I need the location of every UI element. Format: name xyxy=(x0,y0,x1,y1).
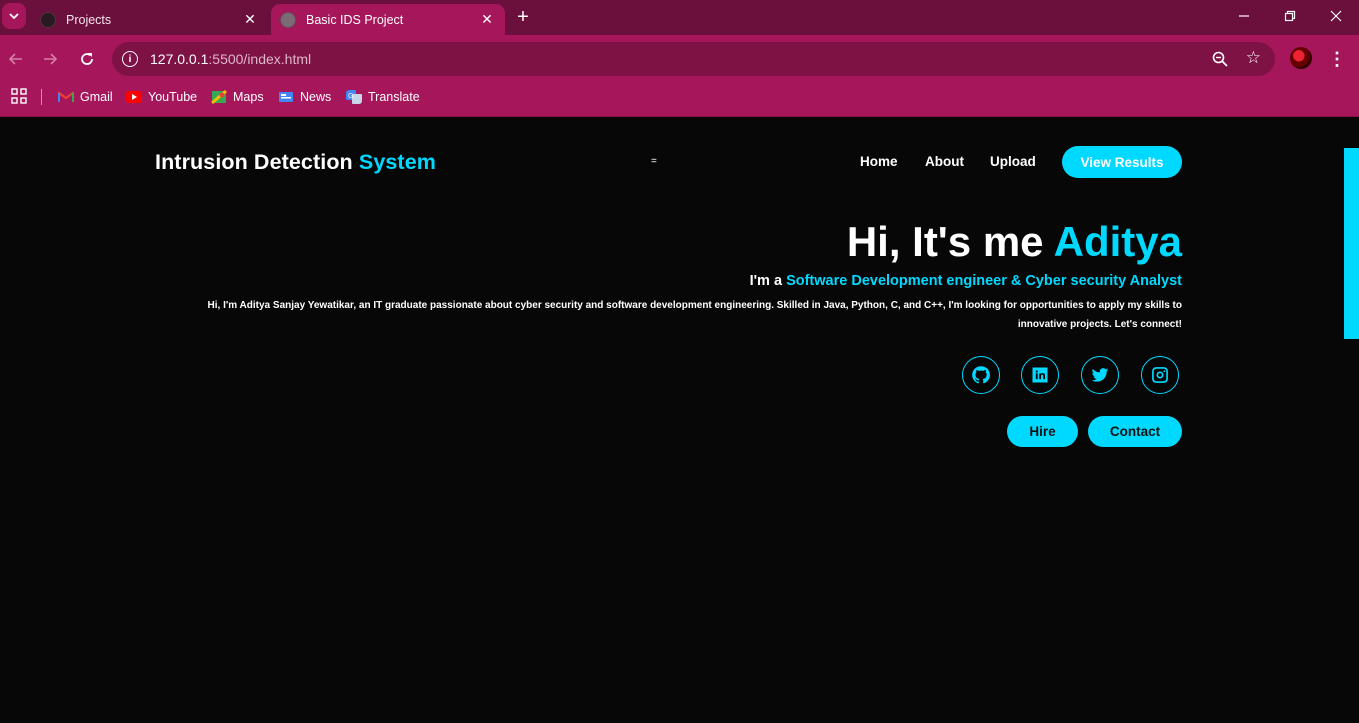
tab-basic-ids-project[interactable]: Basic IDS Project ✕ xyxy=(271,4,505,35)
page-viewport: Intrusion Detection System = Home About … xyxy=(0,118,1359,723)
bookmark-news[interactable]: News xyxy=(278,88,331,106)
forward-arrow-icon[interactable] xyxy=(38,47,62,71)
new-tab-button[interactable]: + xyxy=(512,6,534,28)
twitter-link[interactable] xyxy=(1081,356,1119,394)
back-arrow-icon[interactable] xyxy=(4,47,28,71)
profile-avatar[interactable] xyxy=(1290,47,1312,69)
news-icon xyxy=(279,92,293,102)
bookmarks-divider xyxy=(41,89,42,105)
url-text[interactable]: 127.0.0.1:5500/index.html xyxy=(150,51,311,67)
translate-icon: G xyxy=(346,90,362,104)
youtube-icon xyxy=(126,91,142,103)
tab-search-button[interactable] xyxy=(2,3,26,29)
bookmark-star-icon[interactable]: ☆ xyxy=(1246,48,1261,68)
twitter-icon xyxy=(1091,368,1109,382)
site-info-icon[interactable]: i xyxy=(122,51,138,67)
hero-heading: Hi, It's me Aditya xyxy=(846,218,1182,265)
site-logo[interactable]: Intrusion Detection System xyxy=(155,150,436,175)
tab-title: Basic IDS Project xyxy=(306,12,404,27)
github-link[interactable] xyxy=(962,356,1000,394)
linkedin-link[interactable] xyxy=(1021,356,1059,394)
browser-toolbar: i 127.0.0.1:5500/index.html ☆ ⋮ xyxy=(0,35,1359,83)
svg-text:G: G xyxy=(348,93,353,100)
window-close-icon[interactable] xyxy=(1324,5,1348,27)
contact-button[interactable]: Contact xyxy=(1088,416,1182,447)
globe-favicon-icon xyxy=(280,11,296,28)
view-results-button[interactable]: View Results xyxy=(1062,146,1182,178)
github-icon xyxy=(972,366,990,384)
page-scrollbar-thumb[interactable] xyxy=(1344,148,1359,339)
more-menu-icon[interactable]: ⋮ xyxy=(1328,47,1346,71)
gmail-icon xyxy=(58,91,74,102)
reload-icon[interactable] xyxy=(75,47,99,71)
tab-projects[interactable]: Projects ✕ xyxy=(30,4,268,35)
bookmarks-bar xyxy=(0,83,1359,117)
nav-about[interactable]: About xyxy=(925,154,964,169)
bookmark-maps[interactable]: Maps xyxy=(211,88,264,106)
nav-upload[interactable]: Upload xyxy=(990,154,1036,169)
close-tab-icon[interactable]: ✕ xyxy=(242,11,258,27)
tab-title: Projects xyxy=(66,12,112,27)
github-favicon-icon xyxy=(40,11,56,28)
menu-toggle-icon[interactable]: = xyxy=(651,156,657,167)
linkedin-icon xyxy=(1032,367,1048,383)
restore-icon[interactable] xyxy=(1278,5,1302,27)
browser-tab-bar: Projects ✕ Basic IDS Project ✕ + xyxy=(0,0,1359,35)
address-bar[interactable]: i 127.0.0.1:5500/index.html ☆ xyxy=(112,42,1275,76)
instagram-icon xyxy=(1152,367,1168,383)
maps-icon xyxy=(211,90,227,104)
hero-role: I'm a Software Development engineer & Cy… xyxy=(749,273,1182,289)
apps-grid-icon[interactable] xyxy=(11,88,27,104)
hero-description: Hi, I'm Aditya Sanjay Yewatikar, an IT g… xyxy=(207,300,1182,330)
chevron-down-icon xyxy=(9,13,19,20)
minimize-icon[interactable] xyxy=(1232,5,1256,27)
bookmark-youtube[interactable]: YouTube xyxy=(126,88,197,106)
close-tab-icon[interactable]: ✕ xyxy=(479,11,495,27)
zoom-icon[interactable] xyxy=(1211,50,1229,68)
bookmark-gmail[interactable]: Gmail xyxy=(58,88,113,106)
bookmark-translate[interactable]: G Translate xyxy=(346,88,420,106)
instagram-link[interactable] xyxy=(1141,356,1179,394)
hire-button[interactable]: Hire xyxy=(1007,416,1078,447)
nav-home[interactable]: Home xyxy=(860,154,898,169)
